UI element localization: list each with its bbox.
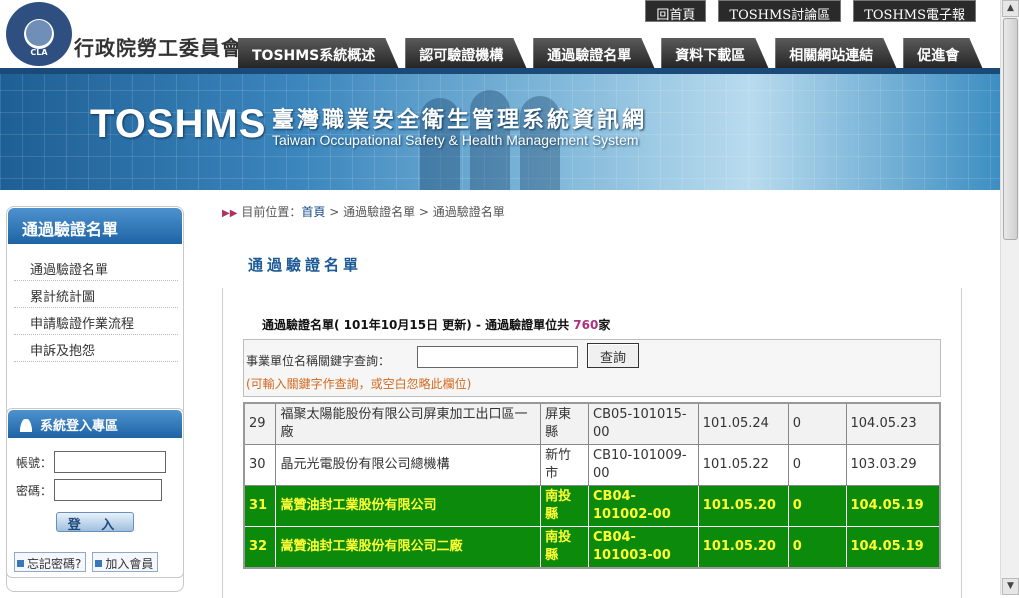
list-caption-suffix: 家 bbox=[598, 318, 611, 332]
issue-date-cell: 101.05.22 bbox=[697, 444, 789, 486]
certificate-number-cell: CB04-101002-00 bbox=[588, 485, 699, 527]
scroll-thumb[interactable] bbox=[1003, 18, 1018, 240]
forgot-password-text: 忘記密碼? bbox=[27, 557, 82, 571]
forgot-password-link[interactable]: 忘記密碼? bbox=[14, 552, 87, 572]
sidebar-item-complaints[interactable]: 申訴及抱怨 bbox=[14, 335, 178, 362]
county-cell: 新竹市 bbox=[540, 444, 590, 486]
agency-name: 行政院勞工委員會 bbox=[74, 36, 242, 60]
tab-downloads[interactable]: 資料下載區 bbox=[661, 38, 769, 70]
audit-count-cell: 0 bbox=[787, 485, 847, 527]
page-scrollbar[interactable]: ▲ ▼ bbox=[1000, 0, 1019, 595]
table-row[interactable]: 32 嵩贊油封工業股份有限公司二廠 南投縣 CB04-101003-00 101.05.… bbox=[243, 526, 941, 569]
issue-date-cell: 101.05.20 bbox=[697, 526, 789, 569]
breadcrumb-home-link[interactable]: 首頁 bbox=[301, 205, 325, 219]
certified-count: 760 bbox=[573, 318, 599, 332]
tab-certified-list[interactable]: 通過驗證名單 bbox=[533, 38, 655, 70]
certificate-number-cell: CB05-101015-00 bbox=[588, 402, 699, 445]
audit-count-cell: 0 bbox=[787, 444, 847, 486]
banner-title-en: Taiwan Occupational Safety & Health Mana… bbox=[272, 132, 639, 148]
user-icon bbox=[20, 419, 32, 432]
tab-accredited-bodies[interactable]: 認可驗證機構 bbox=[405, 38, 527, 70]
breadcrumb-prefix: 目前位置： bbox=[241, 205, 302, 219]
tab-system-overview[interactable]: TOSHMS系統概述 bbox=[238, 38, 399, 70]
list-caption: 通過驗證名單( 101年10月15日 更新) - 通過驗證單位共 760家 bbox=[262, 316, 610, 333]
password-row: 密碼： bbox=[16, 479, 162, 501]
banner-title-zh: 臺灣職業安全衛生管理系統資訊網 bbox=[272, 108, 648, 133]
banner-brand: TOSHMS bbox=[90, 102, 267, 146]
breadcrumb-trail: > 通過驗證名單 > 通過驗證名單 bbox=[325, 205, 505, 219]
sidebar-item-certified-list[interactable]: 通過驗證名單 bbox=[14, 254, 178, 281]
scroll-up-arrow-icon[interactable]: ▲ bbox=[1002, 0, 1019, 17]
certificate-number-cell: CB10-101009-00 bbox=[588, 444, 699, 486]
county-cell: 南投縣 bbox=[540, 485, 590, 527]
results-table: 29 福聚太陽能股份有限公司屏東加工出口區一廠 屏東縣 CB05-101015-00 1… bbox=[243, 402, 941, 569]
login-heading-text: 系統登入專區 bbox=[40, 419, 119, 434]
expiry-date-cell: 104.05.19 bbox=[845, 526, 941, 569]
seal-emblem bbox=[26, 20, 52, 46]
account-input[interactable] bbox=[54, 451, 166, 473]
table-row[interactable]: 30 晶元光電股份有限公司總機構 新竹市 CB10-101009-00 101.05.2… bbox=[243, 444, 941, 486]
double-arrow-icon: ▶▶ bbox=[222, 208, 238, 219]
join-member-link[interactable]: 加入會員 bbox=[92, 552, 159, 572]
search-button[interactable]: 查詢 bbox=[587, 343, 639, 368]
county-cell: 屏東縣 bbox=[540, 402, 590, 445]
join-member-text: 加入會員 bbox=[105, 557, 154, 571]
password-label: 密碼： bbox=[16, 484, 53, 498]
hero-banner: TOSHMS 臺灣職業安全衛生管理系統資訊網 Taiwan Occupation… bbox=[0, 68, 1000, 190]
expiry-date-cell: 104.05.19 bbox=[845, 485, 941, 527]
login-heading: 系統登入專區 bbox=[8, 410, 182, 438]
breadcrumb: ▶▶ 目前位置：首頁 > 通過驗證名單 > 通過驗證名單 bbox=[222, 203, 505, 220]
main-nav: TOSHMS系統概述 認可驗證機構 通過驗證名單 資料下載區 相關網站連結 促進… bbox=[238, 38, 989, 70]
quick-links: 回首頁 TOSHMS討論區 TOSHMS電子報 bbox=[645, 0, 976, 23]
issue-date-cell: 101.05.24 bbox=[697, 402, 789, 445]
forum-link[interactable]: TOSHMS討論區 bbox=[718, 0, 842, 23]
search-input[interactable] bbox=[417, 346, 578, 368]
tab-association[interactable]: 促進會 bbox=[903, 38, 983, 70]
account-row: 帳號： bbox=[16, 451, 166, 473]
audit-count-cell: 0 bbox=[787, 402, 847, 445]
left-sidebar: 通過驗證名單 通過驗證名單 累計統計圖 申請驗證作業流程 申訴及抱怨 系統登入專… bbox=[0, 190, 200, 595]
audit-count-cell: 0 bbox=[787, 526, 847, 569]
newsletter-link[interactable]: TOSHMS電子報 bbox=[853, 0, 976, 23]
row-number-cell: 32 bbox=[243, 526, 277, 569]
company-name-cell: 嵩贊油封工業股份有限公司二廠 bbox=[275, 526, 542, 569]
company-name-cell: 晶元光電股份有限公司總機構 bbox=[275, 444, 542, 486]
table-row[interactable]: 31 嵩贊油封工業股份有限公司 南投縣 CB04-101002-00 101.05.20… bbox=[243, 485, 941, 527]
table-row[interactable]: 29 福聚太陽能股份有限公司屏東加工出口區一廠 屏東縣 CB05-101015-00 1… bbox=[243, 402, 941, 445]
login-links: 忘記密碼? 加入會員 bbox=[14, 552, 159, 572]
bullet-icon bbox=[17, 560, 24, 567]
sidebar-item-statistics-chart[interactable]: 累計統計圖 bbox=[14, 281, 178, 308]
row-number-cell: 29 bbox=[243, 402, 277, 445]
banner-top-stripe bbox=[0, 68, 1000, 74]
list-caption-text: 通過驗證名單( 101年10月15日 更新) - 通過驗證單位共 bbox=[262, 318, 574, 332]
company-name-cell: 福聚太陽能股份有限公司屏東加工出口區一廠 bbox=[275, 402, 542, 445]
search-hint: (可輸入關鍵字作查詢，或空白忽略此欄位) bbox=[246, 377, 472, 391]
search-label: 事業單位名稱關鍵字查詢： bbox=[246, 354, 391, 368]
certificate-number-cell: CB04-101003-00 bbox=[588, 526, 699, 569]
expiry-date-cell: 103.03.29 bbox=[845, 444, 941, 486]
scroll-down-arrow-icon[interactable]: ▼ bbox=[1002, 578, 1019, 595]
sidebar-item-application-process[interactable]: 申請驗證作業流程 bbox=[14, 308, 178, 335]
login-button[interactable]: 登 入 bbox=[56, 512, 134, 533]
company-name-cell: 嵩贊油封工業股份有限公司 bbox=[275, 485, 542, 527]
expiry-date-cell: 104.05.23 bbox=[845, 402, 941, 445]
county-cell: 南投縣 bbox=[540, 526, 590, 569]
tab-related-links[interactable]: 相關網站連結 bbox=[775, 38, 897, 70]
cla-seal-logo[interactable]: CLA bbox=[6, 2, 72, 66]
top-header: CLA 行政院勞工委員會 回首頁 TOSHMS討論區 TOSHMS電子報 TOS… bbox=[0, 0, 1000, 68]
seal-abbreviation: CLA bbox=[30, 48, 48, 57]
password-input[interactable] bbox=[54, 479, 162, 501]
bullet-icon bbox=[95, 560, 103, 567]
sidebar-menu: 通過驗證名單 累計統計圖 申請驗證作業流程 申訴及抱怨 bbox=[14, 254, 178, 362]
row-number-cell: 31 bbox=[243, 485, 277, 527]
page-title: 通過驗證名單 bbox=[248, 256, 363, 274]
account-label: 帳號： bbox=[16, 456, 53, 470]
home-link[interactable]: 回首頁 bbox=[645, 0, 707, 23]
sidebar-heading: 通過驗證名單 bbox=[8, 208, 182, 244]
issue-date-cell: 101.05.20 bbox=[697, 485, 789, 527]
row-number-cell: 30 bbox=[243, 444, 277, 486]
